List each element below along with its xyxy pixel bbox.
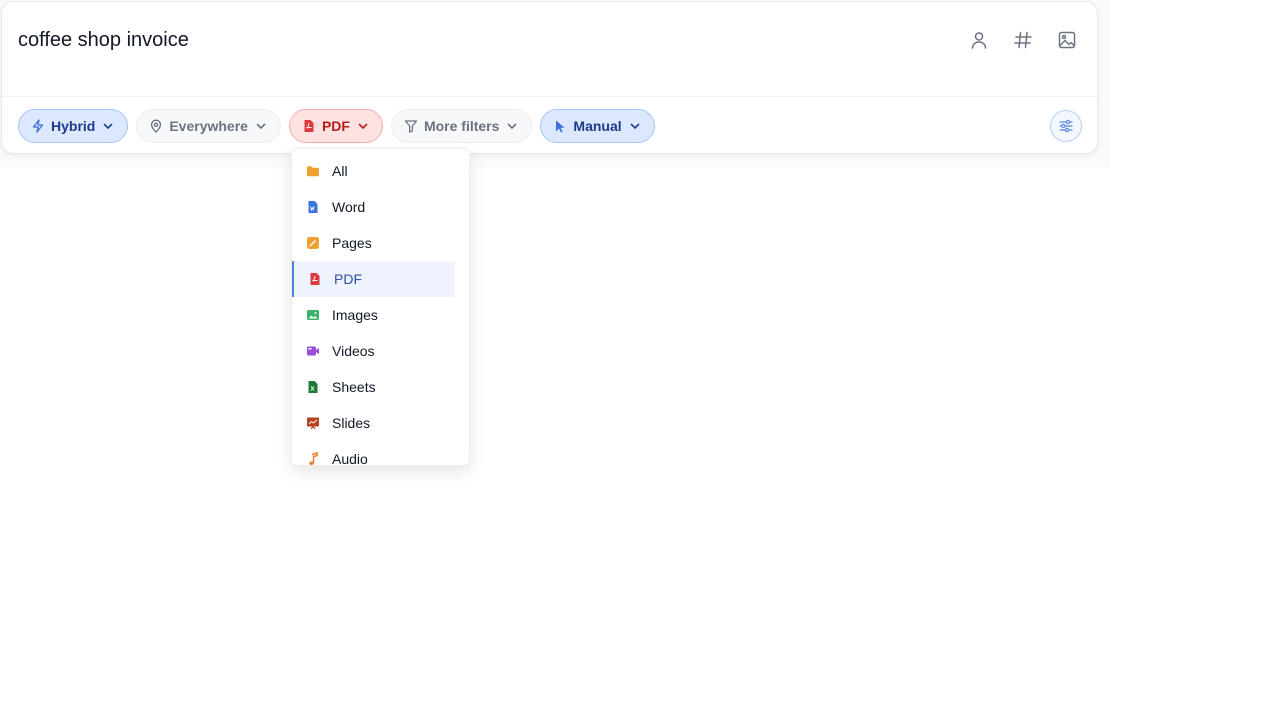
file-type-menu-list: All Word Pages PDF Images Videos Sheets <box>292 153 455 466</box>
menu-item-images[interactable]: Images <box>292 297 455 333</box>
image-icon <box>306 308 320 322</box>
pdf-icon <box>308 272 322 286</box>
image-icon[interactable] <box>1057 30 1077 50</box>
sliders-icon <box>1059 119 1073 133</box>
presentation-icon <box>306 416 320 430</box>
menu-item-pdf[interactable]: PDF <box>292 261 455 297</box>
selection-mode-dropdown[interactable]: Manual <box>540 109 655 143</box>
search-mode-label: Hybrid <box>51 118 96 134</box>
location-pin-icon <box>151 119 162 133</box>
search-mode-dropdown[interactable]: Hybrid <box>18 109 129 143</box>
video-icon <box>306 344 320 358</box>
person-icon[interactable] <box>969 30 989 50</box>
chevron-down-icon <box>630 123 639 129</box>
filter-funnel-icon <box>404 120 418 133</box>
menu-item-label: All <box>332 163 348 179</box>
folder-icon <box>306 164 320 178</box>
menu-item-word[interactable]: Word <box>292 189 455 225</box>
chevron-down-icon <box>104 123 113 129</box>
chevron-down-icon <box>256 123 266 129</box>
more-filters-dropdown[interactable]: More filters <box>390 109 533 143</box>
chevron-down-icon <box>508 123 517 129</box>
search-query-input[interactable]: coffee shop invoice <box>18 29 189 52</box>
pages-doc-icon <box>306 236 320 250</box>
cursor-icon <box>556 120 566 133</box>
lightning-icon <box>32 119 44 133</box>
menu-item-label: Images <box>332 307 378 323</box>
menu-item-videos[interactable]: Videos <box>292 333 455 369</box>
filter-bar: Hybrid Everywhere PDF More filters Manua… <box>18 109 655 143</box>
menu-item-label: Sheets <box>332 379 376 395</box>
menu-item-pages[interactable]: Pages <box>292 225 455 261</box>
file-type-label: PDF <box>321 118 350 134</box>
more-filters-label: More filters <box>423 118 500 134</box>
header-icon-bar <box>969 30 1077 50</box>
menu-item-audio[interactable]: Audio <box>292 441 455 466</box>
spreadsheet-icon <box>306 380 320 394</box>
hashtag-icon[interactable] <box>1013 30 1033 50</box>
location-label: Everywhere <box>169 118 248 134</box>
menu-item-slides[interactable]: Slides <box>292 405 455 441</box>
location-dropdown[interactable]: Everywhere <box>136 109 281 143</box>
menu-item-label: Videos <box>332 343 375 359</box>
menu-item-label: Audio <box>332 451 368 466</box>
search-panel: coffee shop invoice Hybrid Everywhere PD… <box>1 1 1098 154</box>
file-type-menu: All Word Pages PDF Images Videos Sheets <box>291 148 470 466</box>
music-note-icon <box>306 452 320 465</box>
menu-item-label: Word <box>332 199 366 215</box>
menu-item-label: Slides <box>332 415 371 431</box>
menu-item-sheets[interactable]: Sheets <box>292 369 455 405</box>
menu-item-all[interactable]: All <box>292 153 455 189</box>
menu-item-label: PDF <box>334 271 362 287</box>
menu-item-label: Pages <box>332 235 372 251</box>
word-doc-icon <box>306 200 320 214</box>
panel-divider <box>2 96 1097 97</box>
file-type-dropdown[interactable]: PDF <box>288 109 383 143</box>
chevron-down-icon <box>358 123 368 129</box>
search-settings-button[interactable] <box>1050 110 1082 142</box>
selection-mode-label: Manual <box>573 118 622 134</box>
pdf-icon <box>304 120 314 132</box>
